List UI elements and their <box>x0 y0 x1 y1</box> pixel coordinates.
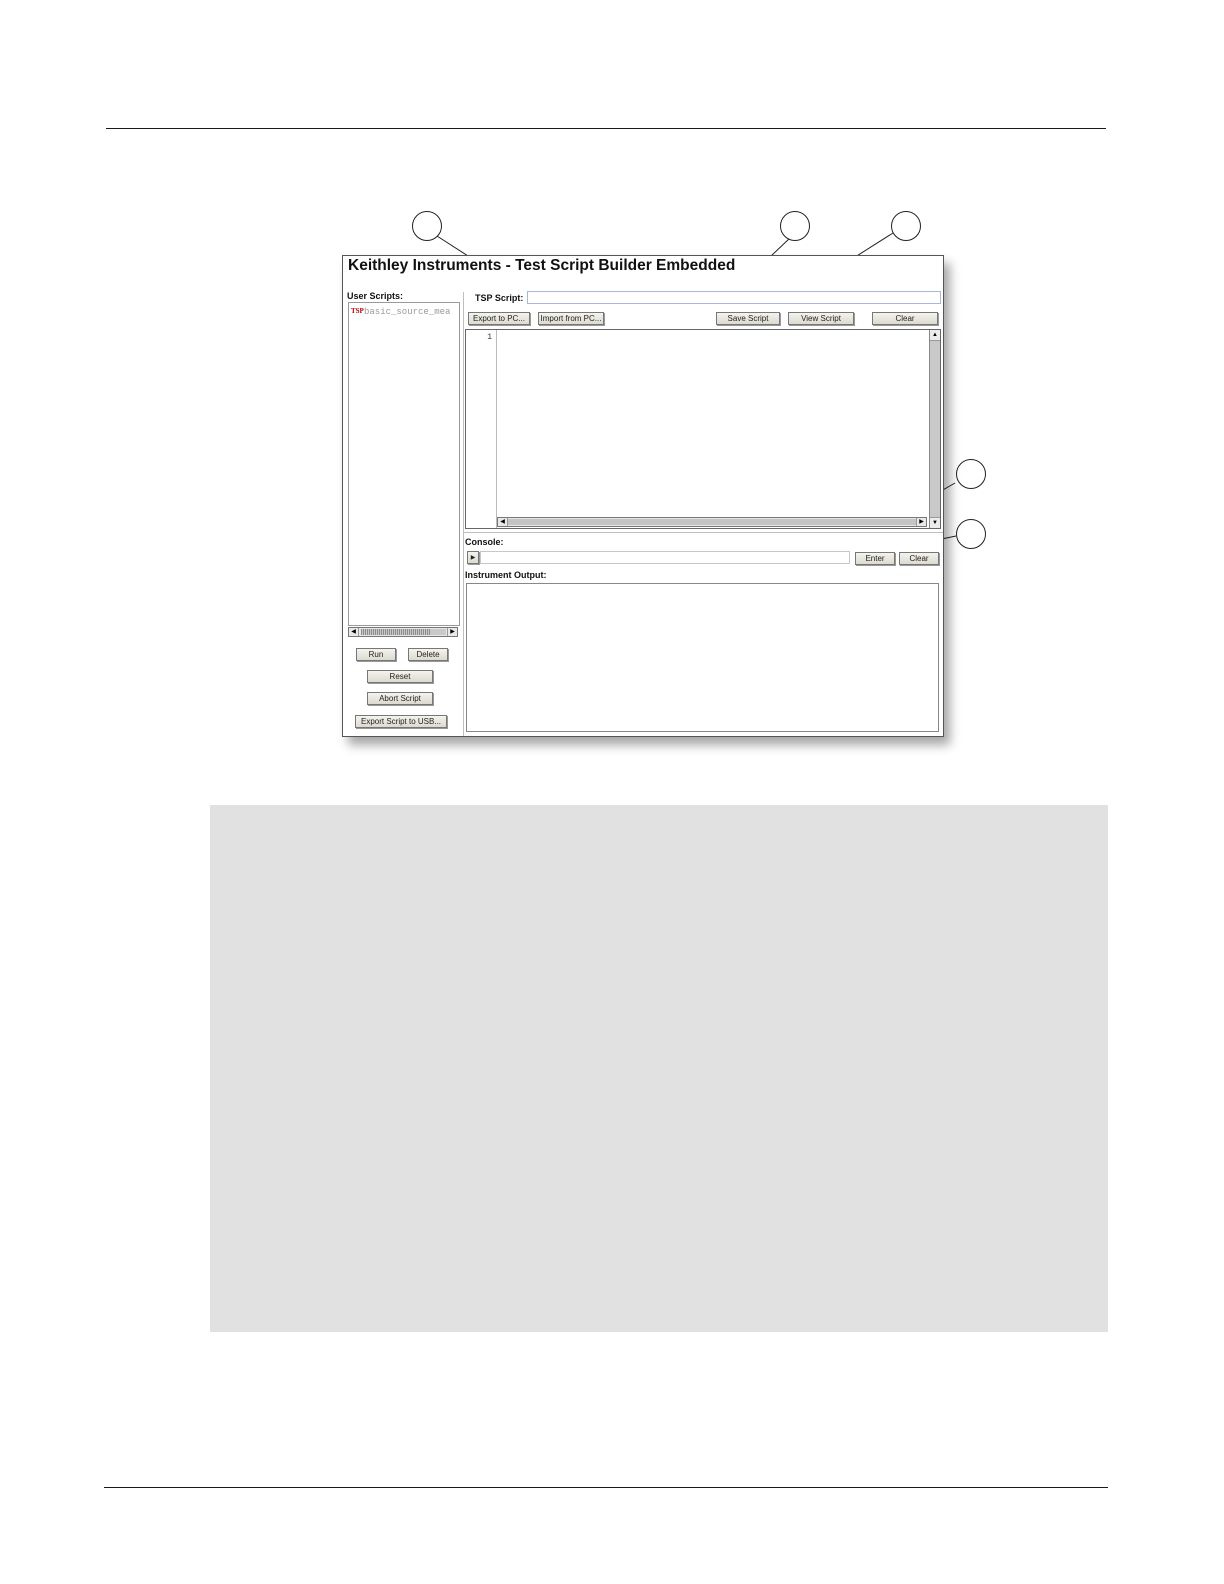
scroll-right-icon[interactable]: ▶ <box>916 518 926 526</box>
console-input[interactable] <box>480 551 850 564</box>
reset-button[interactable]: Reset <box>367 670 433 683</box>
scroll-thumb[interactable] <box>361 629 431 635</box>
tsp-script-label: TSP Script: <box>475 293 524 303</box>
script-name: basic_source_mea <box>364 306 451 317</box>
callout-5 <box>956 519 986 549</box>
scroll-up-icon[interactable]: ▲ <box>930 330 940 341</box>
scroll-left-icon[interactable]: ◀ <box>349 628 359 636</box>
tsp-script-name-input[interactable] <box>527 291 941 304</box>
description-box <box>210 805 1108 1332</box>
script-editor[interactable]: 1 ▲ ▼ ◀ ▶ <box>465 329 941 529</box>
line-number-gutter: 1 <box>466 330 497 528</box>
user-scripts-list[interactable]: TSP basic_source_mea <box>348 302 460 626</box>
view-script-button[interactable]: View Script <box>788 312 854 325</box>
export-to-pc-button[interactable]: Export to PC... <box>468 312 530 325</box>
tsp-file-icon: TSP <box>351 307 364 315</box>
callout-2 <box>780 211 810 241</box>
header-rule <box>106 128 1106 129</box>
console-label: Console: <box>465 537 504 547</box>
callout-4 <box>956 459 986 489</box>
tsb-embedded-window: Keithley Instruments - Test Script Build… <box>342 255 944 737</box>
run-button[interactable]: Run <box>356 648 396 661</box>
scroll-down-icon[interactable]: ▼ <box>930 517 940 528</box>
callout-1 <box>412 211 442 241</box>
save-script-button[interactable]: Save Script <box>716 312 780 325</box>
abort-script-button[interactable]: Abort Script <box>367 692 433 705</box>
line-number: 1 <box>487 333 492 342</box>
scroll-right-icon[interactable]: ▶ <box>447 628 457 636</box>
enter-button[interactable]: Enter <box>855 552 895 565</box>
callout-3 <box>891 211 921 241</box>
scroll-left-icon[interactable]: ◀ <box>498 518 508 526</box>
instrument-output-label: Instrument Output: <box>465 570 547 580</box>
clear-console-button[interactable]: Clear <box>899 552 939 565</box>
delete-button[interactable]: Delete <box>408 648 448 661</box>
app-title: Keithley Instruments - Test Script Build… <box>348 257 736 274</box>
editor-vertical-scrollbar[interactable]: ▲ ▼ <box>929 330 940 528</box>
editor-horizontal-scrollbar[interactable]: ◀ ▶ <box>497 517 927 527</box>
scripts-horizontal-scrollbar[interactable]: ◀ ▶ <box>348 627 458 637</box>
export-script-usb-button[interactable]: Export Script to USB... <box>355 715 447 728</box>
footer-rule <box>104 1487 1108 1488</box>
callout-leaders <box>436 232 957 562</box>
console-prompt-icon[interactable]: ▶ <box>467 551 479 564</box>
panel-divider <box>463 292 464 736</box>
clear-editor-button[interactable]: Clear <box>872 312 938 325</box>
user-scripts-label: User Scripts: <box>347 291 404 301</box>
instrument-output-area <box>466 583 939 732</box>
import-from-pc-button[interactable]: Import from PC... <box>538 312 604 325</box>
list-item[interactable]: TSP basic_source_mea <box>351 306 460 317</box>
